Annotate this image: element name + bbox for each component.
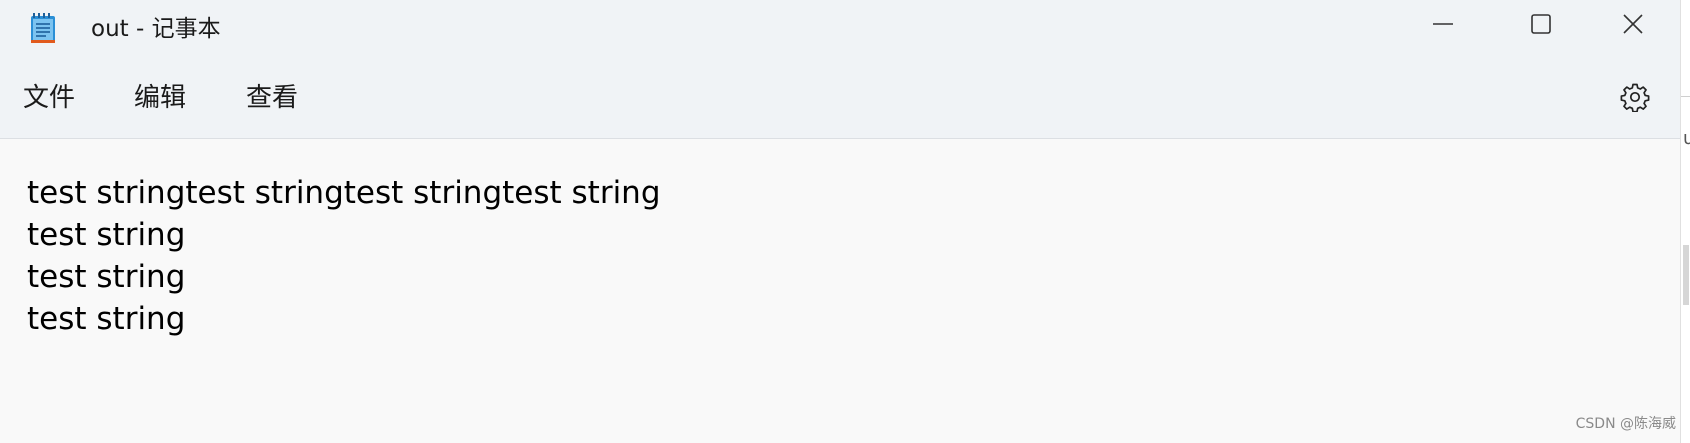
settings-button[interactable] xyxy=(1618,82,1652,116)
watermark: CSDN @陈海威 xyxy=(1575,416,1676,432)
edge-divider xyxy=(1681,96,1690,97)
scrollbar-thumb[interactable] xyxy=(1683,245,1689,305)
text-line: test string xyxy=(27,259,186,295)
text-line: test stringtest stringtest stringtest st… xyxy=(27,175,661,211)
text-line: test string xyxy=(27,217,186,253)
menu-bar: 文件 编辑 查看 xyxy=(0,58,1690,138)
menu-file[interactable]: 文件 xyxy=(23,80,75,116)
close-button[interactable] xyxy=(1610,6,1656,46)
menu-view[interactable]: 查看 xyxy=(246,80,298,116)
text-editor[interactable]: test stringtest stringtest stringtest st… xyxy=(0,139,1680,443)
maximize-button[interactable] xyxy=(1518,6,1564,46)
notepad-window: out - 记事本 文件 编辑 查看 test stringtest strin… xyxy=(0,0,1690,443)
title-bar[interactable]: out - 记事本 xyxy=(0,0,1690,58)
menu-edit[interactable]: 编辑 xyxy=(134,80,186,116)
minimize-button[interactable] xyxy=(1420,6,1466,46)
gear-icon xyxy=(1620,82,1650,116)
close-icon xyxy=(1622,13,1644,39)
window-title: out - 记事本 xyxy=(91,16,221,42)
text-line: test string xyxy=(27,301,186,337)
adjacent-window-edge xyxy=(1680,0,1690,443)
maximize-icon xyxy=(1530,13,1552,39)
edge-glyph: u xyxy=(1683,128,1690,149)
minimize-icon xyxy=(1432,13,1454,39)
notepad-icon xyxy=(30,12,56,44)
